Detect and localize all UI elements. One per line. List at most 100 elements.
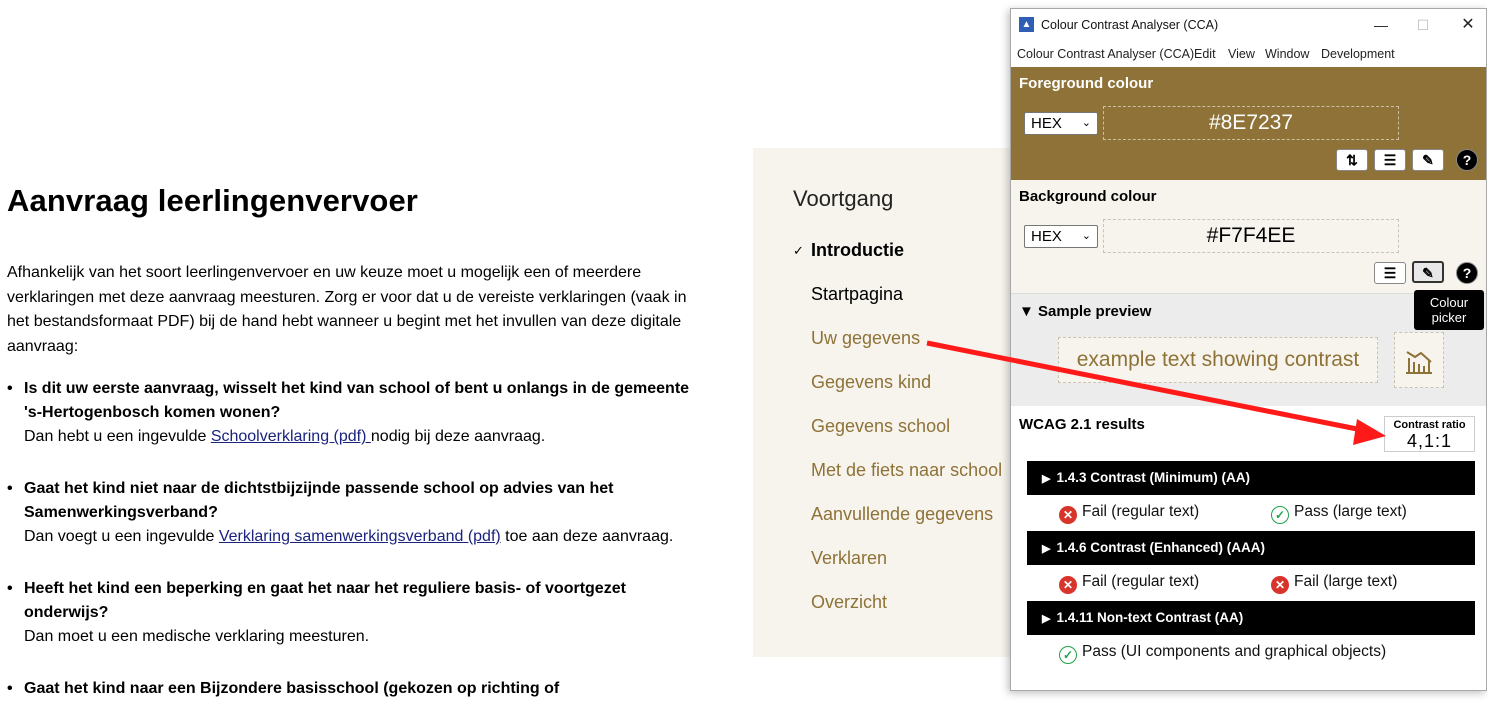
result-text: Fail (regular text) xyxy=(1082,573,1200,590)
background-format-select[interactable]: HEX ⌄ xyxy=(1024,225,1098,248)
verklaring-samenwerkingsverband-link[interactable]: Verklaring samenwerkingsverband (pdf) xyxy=(219,528,501,545)
cca-window: ▲ Colour Contrast Analyser (CCA) — ☐ ✕ C… xyxy=(1010,8,1487,691)
menu-edit[interactable]: Edit xyxy=(1194,47,1216,61)
progress-title: Voortgang xyxy=(793,186,894,211)
step-label: Startpagina xyxy=(811,284,904,304)
contrast-ratio-box: Contrast ratio 4,1:1 xyxy=(1384,416,1475,452)
schoolverklaring-link[interactable]: Schoolverklaring (pdf) xyxy=(211,428,371,445)
pass-icon: ✓ xyxy=(1271,506,1289,524)
result-text: Pass (UI components and graphical object… xyxy=(1082,643,1387,660)
list-item: • Heeft het kind een beperking en gaat h… xyxy=(7,577,707,649)
result-text: Fail (regular text) xyxy=(1082,503,1200,520)
criterion-label: 1.4.6 Contrast (Enhanced) (AAA) xyxy=(1056,540,1265,555)
foreground-section: Foreground colour HEX ⌄ #8E7237 ⇅ ☰ ✎ ? xyxy=(1011,67,1486,180)
result-text: Fail (large text) xyxy=(1294,573,1398,590)
list-item: • Gaat het kind naar een Bijzondere basi… xyxy=(7,677,707,701)
page-title: Aanvraag leerlingenvervoer xyxy=(7,183,418,218)
eyedropper-icon[interactable]: ✎ xyxy=(1412,149,1444,171)
step-met-de-fiets: Met de fiets naar school xyxy=(793,460,1002,504)
foreground-title: Foreground colour xyxy=(1019,75,1154,92)
bullet: • xyxy=(7,380,13,397)
fail-icon: ✕ xyxy=(1059,576,1077,594)
menu-view[interactable]: View xyxy=(1228,47,1255,61)
criterion-label: 1.4.11 Non-text Contrast (AA) xyxy=(1056,610,1244,625)
requirements-list: • Is dit uw eerste aanvraag, wisselt het… xyxy=(7,377,707,701)
criterion-1-4-6-toggle[interactable]: ▶ 1.4.6 Contrast (Enhanced) (AAA) xyxy=(1027,531,1475,565)
chart-icon-svg xyxy=(1406,351,1432,374)
maximize-button[interactable]: ☐ xyxy=(1403,13,1443,37)
pass-icon: ✓ xyxy=(1059,646,1077,664)
background-title: Background colour xyxy=(1019,188,1157,205)
result-regular-text: ✕ Fail (regular text) xyxy=(1059,573,1199,594)
step-label: Gegevens school xyxy=(811,416,951,436)
result-text: Pass (large text) xyxy=(1294,503,1407,520)
result-regular-text: ✕ Fail (regular text) xyxy=(1059,503,1199,524)
eyedropper-icon[interactable]: ✎ xyxy=(1412,261,1444,283)
caret-right-icon: ▶ xyxy=(1042,473,1051,485)
format-value: HEX xyxy=(1031,228,1062,245)
step-label: Gegevens kind xyxy=(811,372,932,392)
sample-text: example text showing contrast xyxy=(1058,337,1378,383)
step-startpagina[interactable]: Startpagina xyxy=(793,284,1002,328)
step-label: Overzicht xyxy=(811,592,888,612)
chevron-down-icon: ⌄ xyxy=(1081,230,1091,242)
step-label: Aanvullende gegevens xyxy=(811,504,994,524)
question-text: Heeft het kind een beperking en gaat het… xyxy=(24,580,626,621)
contrast-ratio-value: 4,1:1 xyxy=(1406,431,1453,451)
progress-panel: Voortgang ✓ Introductie Startpagina Uw ge… xyxy=(753,148,1013,657)
step-gegevens-kind: Gegevens kind xyxy=(793,372,1002,416)
step-introductie[interactable]: ✓ Introductie xyxy=(793,240,1002,284)
result-large-text: ✕ Fail (large text) xyxy=(1271,573,1397,594)
criterion-label: 1.4.3 Contrast (Minimum) (AA) xyxy=(1056,470,1250,485)
wcag-title: WCAG 2.1 results xyxy=(1019,416,1145,433)
answer-text: nodig bij deze aanvraag. xyxy=(370,428,546,445)
caret-down-icon: ▼ xyxy=(1019,303,1034,320)
swap-colours-button[interactable]: ⇅ xyxy=(1336,149,1368,171)
question-text: Is dit uw eerste aanvraag, wisselt het k… xyxy=(24,380,690,421)
sample-preview-title: Sample preview xyxy=(1038,303,1152,320)
minimize-button[interactable]: — xyxy=(1361,13,1401,37)
bullet: • xyxy=(7,680,13,697)
caret-right-icon: ▶ xyxy=(1042,613,1051,625)
bullet: • xyxy=(7,580,13,597)
step-verklaren: Verklaren xyxy=(793,548,1002,592)
background-hex-input[interactable]: #F7F4EE xyxy=(1103,219,1399,253)
menu-bar: Colour Contrast Analyser (CCA) Edit View… xyxy=(1011,41,1486,67)
step-aanvullende-gegevens: Aanvullende gegevens xyxy=(793,504,1002,548)
chevron-down-icon: ⌄ xyxy=(1081,117,1091,129)
menu-development[interactable]: Development xyxy=(1321,47,1395,61)
answer-text: Dan moet u een medische verklaring meest… xyxy=(24,628,370,645)
result-ui-components: ✓ Pass (UI components and graphical objec… xyxy=(1059,643,1386,664)
criterion-1-4-3-toggle[interactable]: ▶ 1.4.3 Contrast (Minimum) (AA) xyxy=(1027,461,1475,495)
help-icon[interactable]: ? xyxy=(1456,262,1478,284)
sliders-button[interactable]: ☰ xyxy=(1374,262,1406,284)
background-section: Background colour HEX ⌄ #F7F4EE ☰ ✎ ? xyxy=(1011,180,1486,293)
sliders-button[interactable]: ☰ xyxy=(1374,149,1406,171)
menu-window[interactable]: Window xyxy=(1265,47,1309,61)
window-title: Colour Contrast Analyser (CCA) xyxy=(1041,18,1219,32)
title-bar[interactable]: ▲ Colour Contrast Analyser (CCA) — ☐ ✕ xyxy=(1011,9,1486,41)
foreground-hex-input[interactable]: #8E7237 xyxy=(1103,106,1399,140)
step-label: Met de fiets naar school xyxy=(811,460,1003,480)
menu-app[interactable]: Colour Contrast Analyser (CCA) xyxy=(1017,47,1194,61)
answer-text: toe aan deze aanvraag. xyxy=(500,528,674,545)
intro-paragraph: Afhankelijk van het soort leerlingenverv… xyxy=(7,264,687,355)
colour-picker-tooltip: Colour picker xyxy=(1414,290,1484,330)
step-label: Introductie xyxy=(811,240,904,260)
progress-steps: ✓ Introductie Startpagina Uw gegevens Geg… xyxy=(793,240,1002,636)
list-item: • Gaat het kind niet naar de dichtstbijz… xyxy=(7,477,707,549)
step-label: Verklaren xyxy=(811,548,888,568)
foreground-format-select[interactable]: HEX ⌄ xyxy=(1024,112,1098,135)
question-text: Gaat het kind niet naar de dichtstbijzij… xyxy=(24,480,614,521)
chart-icon xyxy=(1394,332,1444,388)
answer-text: Dan voegt u een ingevulde xyxy=(24,528,219,545)
result-large-text: ✓ Pass (large text) xyxy=(1271,503,1407,524)
help-icon[interactable]: ? xyxy=(1456,149,1478,171)
close-button[interactable]: ✕ xyxy=(1448,13,1487,37)
answer-text: Dan hebt u een ingevulde xyxy=(24,428,211,445)
criterion-1-4-11-toggle[interactable]: ▶ 1.4.11 Non-text Contrast (AA) xyxy=(1027,601,1475,635)
step-overzicht: Overzicht xyxy=(793,592,1002,636)
sample-preview-toggle[interactable]: ▼ Sample preview xyxy=(1019,303,1151,320)
fail-icon: ✕ xyxy=(1059,506,1077,524)
caret-right-icon: ▶ xyxy=(1042,543,1051,555)
